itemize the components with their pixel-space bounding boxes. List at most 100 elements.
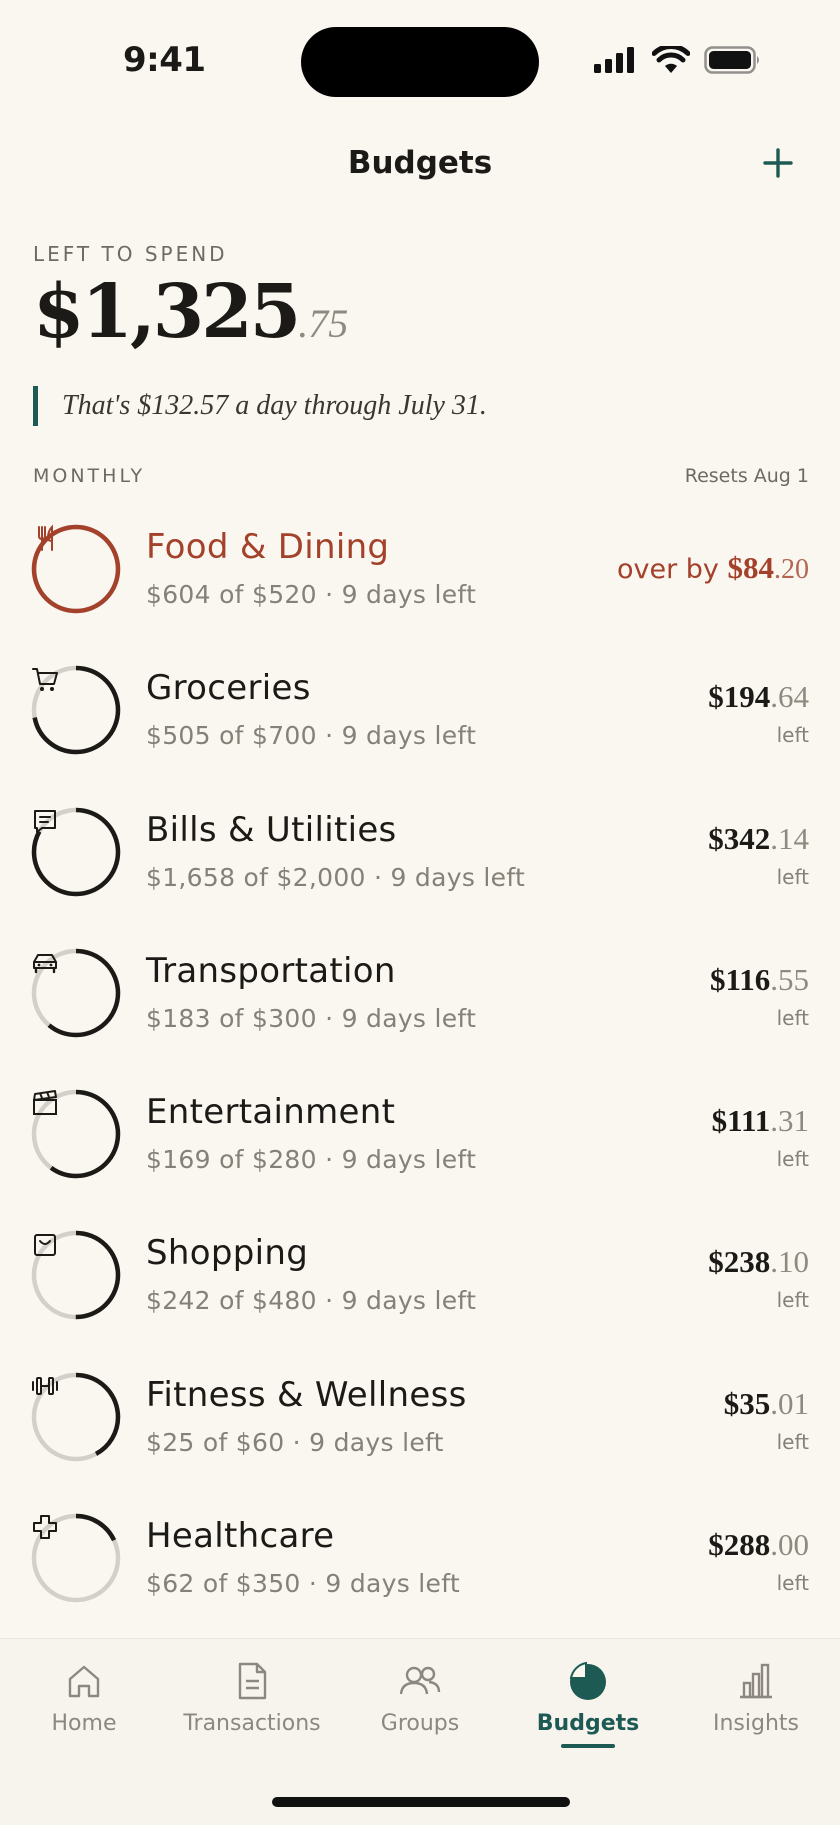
tab-label: Transactions bbox=[183, 1711, 321, 1736]
medical-cross-icon bbox=[33, 1515, 57, 1540]
document-icon bbox=[238, 1662, 267, 1700]
budget-detail: $1,658 of $2,000 · 9 days left bbox=[146, 862, 526, 892]
amount-whole: $342 bbox=[708, 820, 771, 856]
status-icons bbox=[594, 46, 762, 74]
amount-cents: .01 bbox=[770, 1385, 809, 1421]
remaining-amount: $288.00 bbox=[708, 1527, 809, 1563]
budget-detail: $604 of $520 · 9 days left bbox=[146, 580, 477, 609]
remaining-label: left bbox=[776, 864, 809, 889]
budget-detail: $169 of $280 · 9 days left bbox=[146, 1145, 477, 1175]
tab-budgets[interactable]: Budgets bbox=[504, 1659, 672, 1748]
budget-progress-ring bbox=[30, 664, 122, 756]
budget-name: Food & Dining bbox=[146, 527, 390, 567]
amount-cents: .00 bbox=[770, 1527, 809, 1563]
tab-groups[interactable]: Groups bbox=[336, 1659, 504, 1736]
section-header: MONTHLY Resets Aug 1 bbox=[33, 465, 809, 495]
battery-icon bbox=[704, 46, 759, 74]
amount-cents: .75 bbox=[298, 301, 349, 346]
budget-detail: $242 of $480 · 9 days left bbox=[146, 1286, 477, 1316]
home-indicator bbox=[272, 1797, 570, 1807]
remaining-label: left bbox=[776, 723, 809, 748]
tab-home[interactable]: Home bbox=[0, 1659, 168, 1736]
budget-progress-ring bbox=[30, 1088, 122, 1180]
budget-detail: $62 of $350 · 9 days left bbox=[146, 1569, 460, 1599]
budget-name: Bills & Utilities bbox=[146, 809, 397, 850]
signal-icon bbox=[594, 47, 634, 73]
clapperboard-icon bbox=[33, 1090, 57, 1116]
page-title: Budgets bbox=[347, 145, 493, 181]
tab-transactions[interactable]: Transactions bbox=[168, 1659, 336, 1736]
add-budget-button[interactable] bbox=[756, 141, 800, 185]
receipt-icon bbox=[34, 809, 56, 833]
tab-insights[interactable]: Insights bbox=[672, 1659, 840, 1736]
tab-label: Insights bbox=[712, 1711, 799, 1736]
remaining-label: left bbox=[776, 1571, 809, 1596]
budget-name: Groceries bbox=[146, 668, 311, 709]
dynamic-island bbox=[301, 27, 539, 97]
tab-label: Home bbox=[51, 1711, 117, 1736]
amount-cents: .20 bbox=[774, 554, 809, 585]
amount-cents: .55 bbox=[770, 961, 809, 997]
budget-row[interactable]: Fitness & Wellness $25 of $60 · 9 days le… bbox=[0, 1358, 840, 1499]
remaining-amount: $116.55 bbox=[710, 962, 809, 998]
budget-detail: $25 of $60 · 9 days left bbox=[146, 1427, 444, 1457]
section-label: MONTHLY bbox=[33, 465, 146, 487]
status-time: 9:41 bbox=[123, 40, 206, 80]
budget-name: Fitness & Wellness bbox=[146, 1374, 467, 1415]
budget-name: Healthcare bbox=[146, 1516, 335, 1557]
budget-row[interactable]: Shopping $242 of $480 · 9 days left $238.1… bbox=[0, 1216, 840, 1357]
fork-knife-icon bbox=[38, 524, 53, 551]
remaining-label: left bbox=[776, 1147, 809, 1172]
budget-name: Shopping bbox=[146, 1233, 309, 1274]
left-to-spend-amount: $1,325.75 bbox=[33, 270, 813, 366]
budget-progress-ring bbox=[30, 806, 122, 898]
budget-row[interactable]: Food & Dining $604 of $520 · 9 days left o… bbox=[0, 510, 840, 651]
budget-row[interactable]: Transportation $183 of $300 · 9 days left… bbox=[0, 934, 840, 1075]
budget-name: Entertainment bbox=[146, 1092, 396, 1133]
budget-detail: $183 of $300 · 9 days left bbox=[146, 1003, 477, 1033]
amount-whole: $116 bbox=[709, 961, 771, 997]
amount-whole: $194 bbox=[708, 679, 771, 715]
cart-icon bbox=[32, 668, 58, 692]
amount-cents: .31 bbox=[770, 1103, 809, 1139]
budget-row[interactable]: Groceries $505 of $700 · 9 days left $194.… bbox=[0, 651, 840, 792]
budget-detail: $505 of $700 · 9 days left bbox=[146, 721, 477, 751]
shopping-bag-icon bbox=[34, 1234, 56, 1257]
remaining-amount: $194.64 bbox=[708, 679, 809, 715]
remaining-amount: $342.14 bbox=[708, 821, 809, 857]
active-tab-indicator bbox=[561, 1744, 615, 1748]
remaining-label: left bbox=[776, 1429, 809, 1454]
budget-list: Food & Dining $604 of $520 · 9 days left o… bbox=[0, 510, 840, 1640]
reset-date: Resets Aug 1 bbox=[684, 465, 809, 487]
budget-name: Transportation bbox=[146, 950, 396, 991]
remaining-amount: $111.31 bbox=[712, 1103, 809, 1139]
remaining-label: left bbox=[776, 1288, 809, 1313]
remaining-amount: $35.01 bbox=[724, 1386, 809, 1422]
tab-label: Groups bbox=[380, 1711, 460, 1736]
status-bar: 9:41 bbox=[0, 0, 840, 120]
people-icon bbox=[399, 1666, 441, 1695]
budget-progress-ring bbox=[30, 1229, 122, 1321]
budget-progress-ring bbox=[30, 1371, 122, 1463]
daily-allowance-note: That's $132.57 a day through July 31. bbox=[33, 386, 813, 426]
budget-progress-ring bbox=[30, 1512, 122, 1604]
pie-chart-icon bbox=[569, 1661, 606, 1700]
tab-label: Budgets bbox=[536, 1711, 640, 1736]
over-budget-amount: over by $84.20 bbox=[617, 550, 809, 586]
wifi-icon bbox=[652, 46, 690, 73]
budget-row[interactable]: Entertainment $169 of $280 · 9 days left $… bbox=[0, 1075, 840, 1216]
budget-row[interactable]: Bills & Utilities $1,658 of $2,000 · 9 da… bbox=[0, 793, 840, 934]
home-icon bbox=[68, 1665, 100, 1698]
dumbbell-icon bbox=[32, 1376, 58, 1395]
nav-bar: Budgets bbox=[0, 135, 840, 195]
amount-whole: $84 bbox=[727, 550, 775, 585]
budget-row[interactable]: Healthcare $62 of $350 · 9 days left $288.… bbox=[0, 1499, 840, 1640]
amount-whole: $288 bbox=[708, 1527, 771, 1563]
amount-cents: .10 bbox=[770, 1244, 809, 1280]
remaining-amount: $238.10 bbox=[708, 1244, 809, 1280]
left-to-spend-label: LEFT TO SPEND bbox=[33, 242, 228, 266]
budget-progress-ring bbox=[30, 523, 122, 615]
car-icon bbox=[33, 953, 57, 974]
remaining-label: left bbox=[776, 1005, 809, 1030]
plus-icon bbox=[763, 148, 793, 178]
